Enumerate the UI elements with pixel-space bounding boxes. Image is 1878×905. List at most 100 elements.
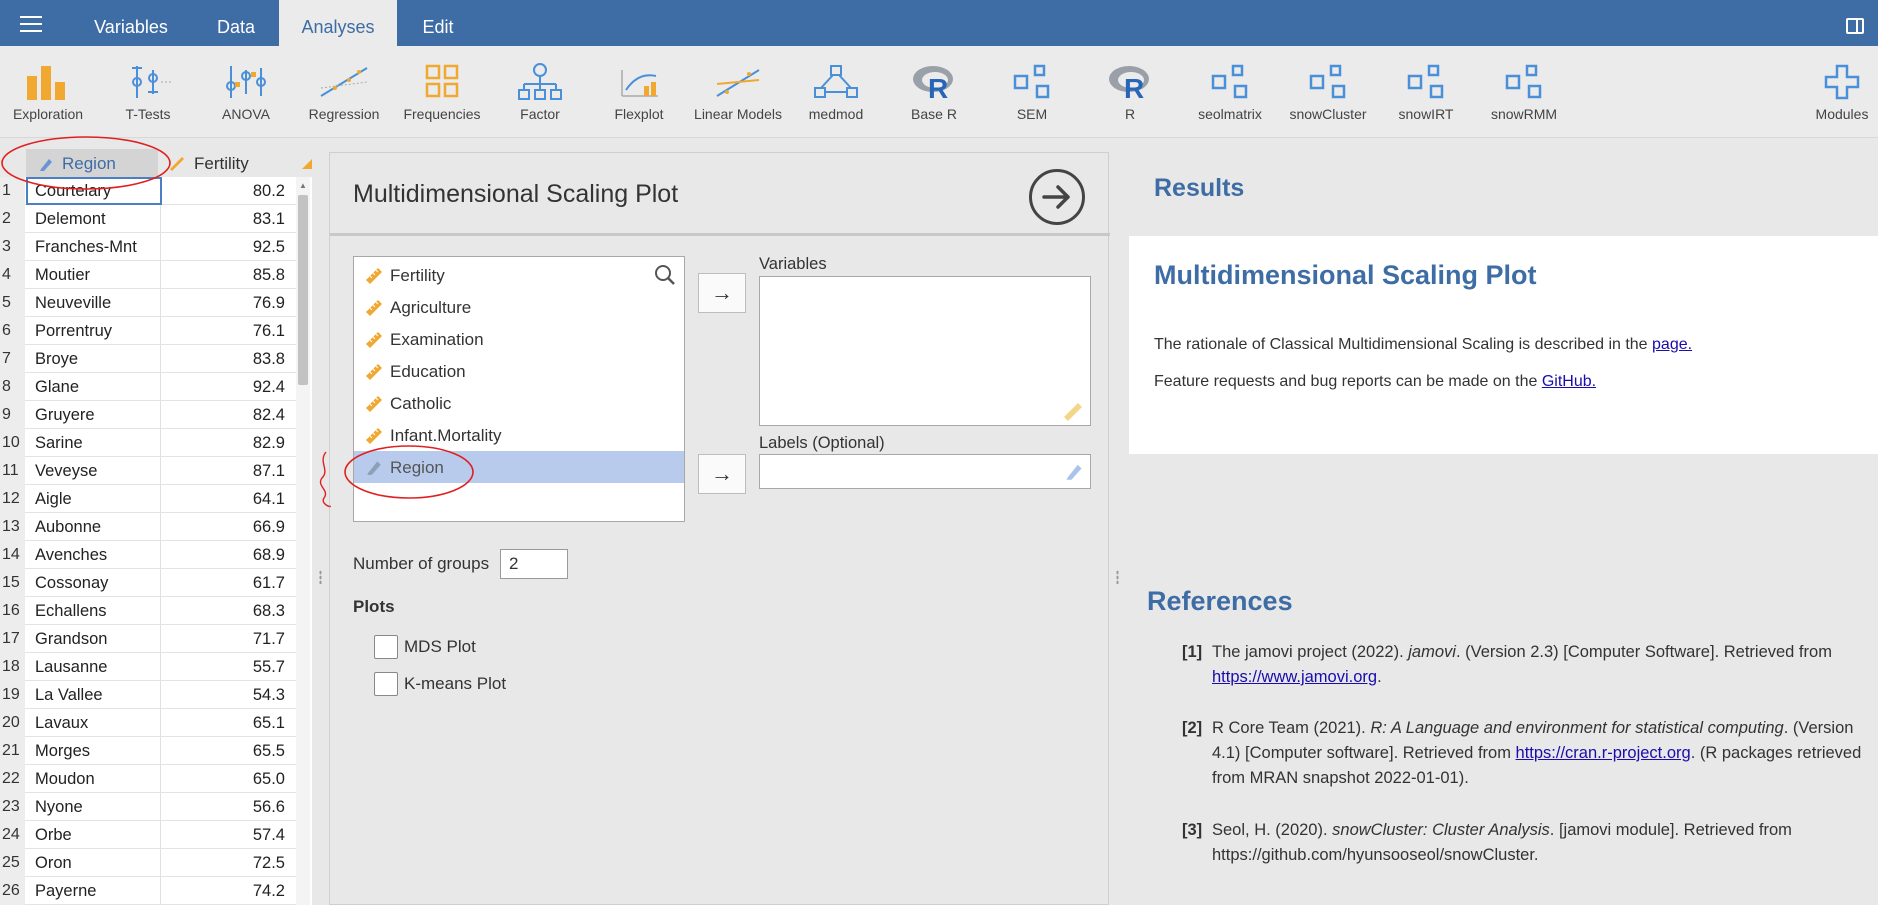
cell-region[interactable]: Aubonne bbox=[35, 513, 101, 541]
table-row[interactable]: 26 Payerne 74.2 bbox=[0, 877, 300, 905]
cell-region[interactable]: Lavaux bbox=[35, 709, 88, 737]
variable-item-education[interactable]: Education bbox=[354, 355, 684, 387]
scrollbar-thumb[interactable] bbox=[298, 195, 308, 385]
ribbon-base-r[interactable]: R Base R bbox=[884, 46, 984, 138]
column-header-next[interactable] bbox=[300, 149, 312, 177]
cell-region[interactable]: Nyone bbox=[35, 793, 83, 821]
table-row[interactable]: 2 Delemont 83.1 bbox=[0, 205, 300, 233]
cell-region[interactable]: Cossonay bbox=[35, 569, 108, 597]
cell-fertility[interactable]: 66.9 bbox=[160, 513, 285, 541]
table-row[interactable]: 10 Sarine 82.9 bbox=[0, 429, 300, 457]
cell-fertility[interactable]: 85.8 bbox=[160, 261, 285, 289]
cell-fertility[interactable]: 83.8 bbox=[160, 345, 285, 373]
cell-region[interactable]: Avenches bbox=[35, 541, 107, 569]
page-link[interactable]: page. bbox=[1652, 336, 1692, 353]
variable-item-catholic[interactable]: Catholic bbox=[354, 387, 684, 419]
kmeans-plot-checkbox[interactable] bbox=[374, 672, 398, 696]
cell-region[interactable]: Payerne bbox=[35, 877, 96, 905]
table-row[interactable]: 6 Porrentruy 76.1 bbox=[0, 317, 300, 345]
cell-region[interactable]: Franches-Mnt bbox=[35, 233, 137, 261]
ribbon-snowrmm[interactable]: snowRMM bbox=[1474, 46, 1574, 138]
cell-fertility[interactable]: 57.4 bbox=[160, 821, 285, 849]
cell-region[interactable]: Morges bbox=[35, 737, 90, 765]
table-row[interactable]: 15 Cossonay 61.7 bbox=[0, 569, 300, 597]
cell-region[interactable]: Delemont bbox=[35, 205, 106, 233]
table-row[interactable]: 9 Gruyere 82.4 bbox=[0, 401, 300, 429]
vertical-scrollbar[interactable]: ▲ bbox=[296, 177, 310, 905]
move-to-labels-button[interactable]: → bbox=[698, 454, 746, 494]
tab-data[interactable]: Data bbox=[192, 0, 280, 46]
cell-region[interactable]: Neuveville bbox=[35, 289, 111, 317]
table-row[interactable]: 5 Neuveville 76.9 bbox=[0, 289, 300, 317]
table-row[interactable]: 13 Aubonne 66.9 bbox=[0, 513, 300, 541]
panel-splitter[interactable] bbox=[1116, 570, 1119, 584]
variable-item-examination[interactable]: Examination bbox=[354, 323, 684, 355]
cell-fertility[interactable]: 71.7 bbox=[160, 625, 285, 653]
mds-plot-checkbox[interactable] bbox=[374, 635, 398, 659]
cell-region[interactable]: Sarine bbox=[35, 429, 83, 457]
ribbon-modules[interactable]: Modules bbox=[1806, 46, 1878, 138]
jamovi-link[interactable]: https://www.jamovi.org bbox=[1212, 668, 1377, 686]
table-row[interactable]: 4 Moutier 85.8 bbox=[0, 261, 300, 289]
ribbon-flexplot[interactable]: Flexplot bbox=[590, 46, 688, 138]
cell-fertility[interactable]: 65.0 bbox=[160, 765, 285, 793]
cell-region[interactable]: Echallens bbox=[35, 597, 107, 625]
variable-item-fertility[interactable]: Fertility bbox=[354, 259, 684, 291]
ribbon-regression[interactable]: Regression bbox=[294, 46, 394, 138]
variables-target-box[interactable] bbox=[759, 276, 1091, 426]
cell-fertility[interactable]: 82.4 bbox=[160, 401, 285, 429]
ribbon-t-tests[interactable]: T-Tests bbox=[98, 46, 198, 138]
table-row[interactable]: 7 Broye 83.8 bbox=[0, 345, 300, 373]
cell-fertility[interactable]: 68.3 bbox=[160, 597, 285, 625]
table-row[interactable]: 8 Glane 92.4 bbox=[0, 373, 300, 401]
ribbon-seolmatrix[interactable]: seolmatrix bbox=[1180, 46, 1280, 138]
cell-region[interactable]: Moudon bbox=[35, 765, 95, 793]
table-row[interactable]: 25 Oron 72.5 bbox=[0, 849, 300, 877]
table-row[interactable]: 18 Lausanne 55.7 bbox=[0, 653, 300, 681]
ribbon-exploration[interactable]: Exploration bbox=[0, 46, 96, 138]
cell-region[interactable]: Glane bbox=[35, 373, 79, 401]
cell-fertility[interactable]: 65.5 bbox=[160, 737, 285, 765]
variable-item-infant-mortality[interactable]: Infant.Mortality bbox=[354, 419, 684, 451]
cell-fertility[interactable]: 61.7 bbox=[160, 569, 285, 597]
table-row[interactable]: 11 Veveyse 87.1 bbox=[0, 457, 300, 485]
ribbon-snowirt[interactable]: snowIRT bbox=[1376, 46, 1476, 138]
cell-fertility[interactable]: 87.1 bbox=[160, 457, 285, 485]
table-row[interactable]: 21 Morges 65.5 bbox=[0, 737, 300, 765]
move-to-variables-button[interactable]: → bbox=[698, 273, 746, 313]
ribbon-frequencies[interactable]: Frequencies bbox=[392, 46, 492, 138]
cell-region[interactable]: Gruyere bbox=[35, 401, 95, 429]
github-link[interactable]: GitHub. bbox=[1542, 373, 1596, 390]
toggle-results-icon[interactable] bbox=[1846, 18, 1864, 34]
cell-region[interactable]: La Vallee bbox=[35, 681, 103, 709]
table-row[interactable]: 16 Echallens 68.3 bbox=[0, 597, 300, 625]
cell-fertility[interactable]: 82.9 bbox=[160, 429, 285, 457]
ribbon-sem[interactable]: SEM bbox=[982, 46, 1082, 138]
tab-analyses[interactable]: Analyses bbox=[279, 0, 397, 46]
cell-fertility[interactable]: 68.9 bbox=[160, 541, 285, 569]
variable-item-region[interactable]: Region bbox=[354, 451, 684, 483]
cell-region[interactable]: Porrentruy bbox=[35, 317, 112, 345]
table-row[interactable]: 12 Aigle 64.1 bbox=[0, 485, 300, 513]
ribbon-factor[interactable]: Factor bbox=[490, 46, 590, 138]
table-row[interactable]: 14 Avenches 68.9 bbox=[0, 541, 300, 569]
cell-fertility[interactable]: 54.3 bbox=[160, 681, 285, 709]
table-row[interactable]: 22 Moudon 65.0 bbox=[0, 765, 300, 793]
cell-fertility[interactable]: 72.5 bbox=[160, 849, 285, 877]
cell-region[interactable]: Broye bbox=[35, 345, 78, 373]
table-row[interactable]: 17 Grandson 71.7 bbox=[0, 625, 300, 653]
column-header-fertility[interactable]: Fertility bbox=[160, 149, 296, 177]
tab-variables[interactable]: Variables bbox=[76, 0, 186, 46]
cran-link[interactable]: https://cran.r-project.org bbox=[1516, 744, 1691, 762]
tab-edit[interactable]: Edit bbox=[405, 0, 471, 46]
cell-fertility[interactable]: 64.1 bbox=[160, 485, 285, 513]
scroll-up-icon[interactable]: ▲ bbox=[299, 181, 307, 190]
ribbon-snowcluster[interactable]: snowCluster bbox=[1278, 46, 1378, 138]
cell-region[interactable]: Grandson bbox=[35, 625, 107, 653]
cell-region[interactable]: Moutier bbox=[35, 261, 90, 289]
cell-fertility[interactable]: 76.1 bbox=[160, 317, 285, 345]
source-variables-list[interactable]: Fertility Agriculture Examination Education… bbox=[353, 256, 685, 522]
cell-region[interactable]: Lausanne bbox=[35, 653, 108, 681]
cell-region[interactable]: Aigle bbox=[35, 485, 72, 513]
cell-fertility[interactable]: 92.5 bbox=[160, 233, 285, 261]
